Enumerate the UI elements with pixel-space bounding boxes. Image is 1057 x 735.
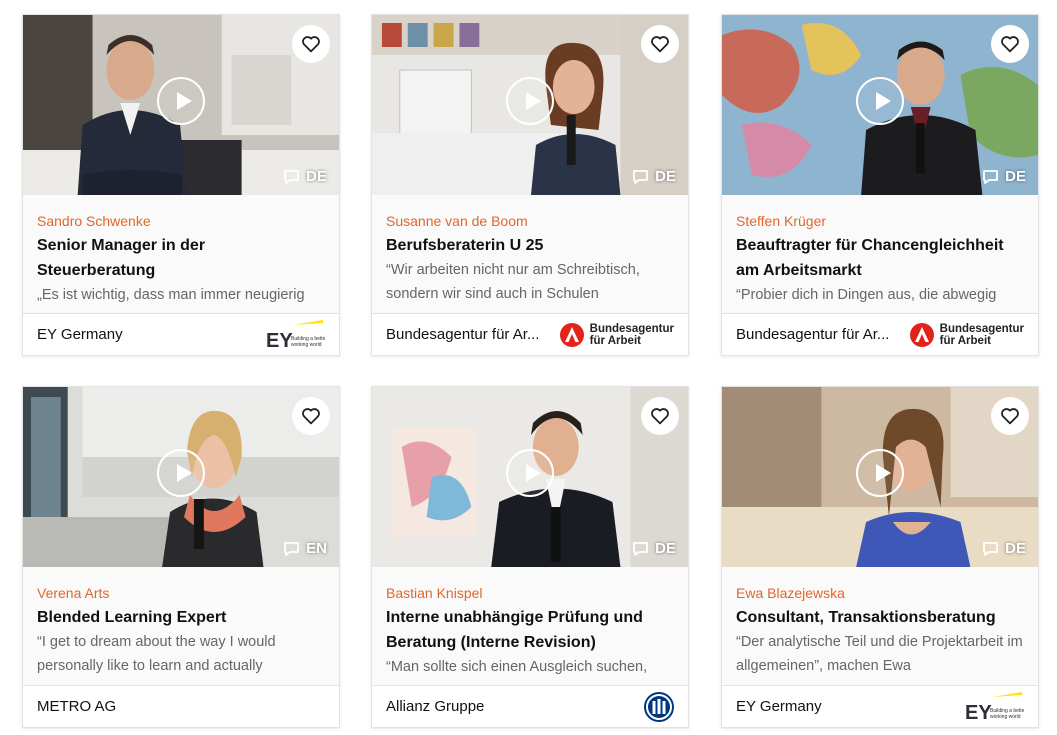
- quote-excerpt: “Man sollte sich einen Ausgleich suchen,: [386, 659, 648, 675]
- svg-text:EY: EY: [965, 702, 992, 723]
- bundesagentur-logo-text: Bundesagentur: [939, 322, 1024, 335]
- card-footer: METRO AG: [23, 685, 339, 727]
- svg-text:working world: working world: [291, 342, 322, 348]
- person-name: Ewa Blazejewska: [736, 585, 845, 601]
- person-name: Steffen Krüger: [736, 213, 827, 229]
- card-footer: Allianz Gruppe: [372, 685, 688, 727]
- video-card[interactable]: EN Verena Arts Blended Learning Expert “…: [22, 386, 340, 728]
- favorite-heart-icon[interactable]: [991, 25, 1029, 63]
- speech-bubble-icon: [284, 169, 300, 184]
- company-name[interactable]: EY Germany: [736, 698, 822, 715]
- video-card[interactable]: DE Ewa Blazejewska Consultant, Transakti…: [721, 386, 1039, 728]
- job-title: Beauftragter für Chancengleichheit am Ar…: [736, 237, 1004, 279]
- video-thumbnail[interactable]: EN: [23, 387, 339, 567]
- quote-excerpt: „Es ist wichtig, dass man immer neugieri…: [37, 287, 305, 303]
- video-thumbnail[interactable]: DE: [23, 15, 339, 195]
- language-code: EN: [306, 540, 327, 557]
- subtitle-language-badge: DE: [632, 540, 676, 557]
- card-footer: Bundesagentur für Ar... Bundesagentur fü…: [722, 313, 1038, 355]
- allianz-logo: [644, 691, 674, 722]
- job-title: Interne unabhängige Prüfung und Beratung…: [386, 609, 643, 651]
- company-name[interactable]: EY Germany: [37, 326, 123, 343]
- quote-excerpt: “I get to dream about the way I would pe…: [37, 634, 276, 674]
- card-footer: EY Germany EY Building a better working …: [722, 685, 1038, 727]
- subtitle-language-badge: DE: [632, 168, 676, 185]
- card-body: Susanne van de Boom Berufsberaterin U 25…: [372, 195, 688, 313]
- video-card[interactable]: DE Sandro Schwenke Senior Manager in der…: [22, 14, 340, 356]
- card-body: Verena Arts Blended Learning Expert “I g…: [23, 567, 339, 685]
- bundesagentur-logo-text: für Arbeit: [589, 334, 641, 347]
- bundesagentur-logo-mark: [559, 322, 584, 347]
- company-name[interactable]: Bundesagentur für Ar...: [736, 326, 889, 343]
- speech-bubble-icon: [633, 169, 649, 184]
- video-card[interactable]: DE Steffen Krüger Beauftragter für Chanc…: [721, 14, 1039, 356]
- card-body: Steffen Krüger Beauftragter für Chanceng…: [722, 195, 1038, 313]
- play-icon[interactable]: [856, 77, 904, 125]
- favorite-heart-icon[interactable]: [641, 397, 679, 435]
- company-name[interactable]: METRO AG: [37, 698, 116, 715]
- play-icon[interactable]: [856, 449, 904, 497]
- card-body: Ewa Blazejewska Consultant, Transaktions…: [722, 567, 1038, 685]
- job-title: Consultant, Transaktionsberatung: [736, 609, 996, 626]
- video-card[interactable]: DE Bastian Knispel Interne unabhängige P…: [371, 386, 689, 728]
- video-thumbnail[interactable]: DE: [722, 15, 1038, 195]
- language-code: DE: [655, 540, 676, 557]
- language-code: DE: [1005, 168, 1026, 185]
- language-code: DE: [655, 168, 676, 185]
- svg-text:working world: working world: [990, 714, 1021, 720]
- company-name[interactable]: Bundesagentur für Ar...: [386, 326, 539, 343]
- video-thumbnail[interactable]: DE: [372, 387, 688, 567]
- favorite-heart-icon[interactable]: [292, 25, 330, 63]
- bundesagentur-logo-mark: [909, 322, 934, 347]
- favorite-heart-icon[interactable]: [641, 25, 679, 63]
- play-icon[interactable]: [506, 77, 554, 125]
- play-icon[interactable]: [506, 449, 554, 497]
- bundesagentur-logo: Bundesagentur für Arbeit: [909, 322, 1024, 347]
- job-title: Senior Manager in der Steuerberatung: [37, 237, 206, 279]
- subtitle-language-badge: DE: [283, 168, 327, 185]
- card-footer: EY Germany EY Building a better working …: [23, 313, 339, 355]
- job-title: Blended Learning Expert: [37, 609, 227, 626]
- card-body: Sandro Schwenke Senior Manager in der St…: [23, 195, 339, 313]
- card-footer: Bundesagentur für Ar... Bundesagentur fü…: [372, 313, 688, 355]
- person-name: Sandro Schwenke: [37, 213, 151, 229]
- subtitle-language-badge: DE: [982, 540, 1026, 557]
- video-card[interactable]: DE Susanne van de Boom Berufsberaterin U…: [371, 14, 689, 356]
- ey-logo: EY Building a better working world: [965, 691, 1024, 723]
- subtitle-language-badge: EN: [283, 540, 327, 557]
- video-thumbnail[interactable]: DE: [722, 387, 1038, 567]
- job-title: Berufsberaterin U 25: [386, 237, 544, 254]
- card-body: Bastian Knispel Interne unabhängige Prüf…: [372, 567, 688, 685]
- person-name: Susanne van de Boom: [386, 213, 528, 229]
- favorite-heart-icon[interactable]: [292, 397, 330, 435]
- video-thumbnail[interactable]: DE: [372, 15, 688, 195]
- quote-excerpt: “Probier dich in Dingen aus, die abwegig: [736, 287, 997, 303]
- company-name[interactable]: Allianz Gruppe: [386, 698, 484, 715]
- bundesagentur-logo-text: für Arbeit: [939, 334, 991, 347]
- favorite-heart-icon[interactable]: [991, 397, 1029, 435]
- speech-bubble-icon: [284, 541, 300, 556]
- svg-text:EY: EY: [266, 330, 293, 351]
- video-card-grid: DE Sandro Schwenke Senior Manager in der…: [0, 0, 1057, 735]
- ey-logo: EY Building a better working world: [266, 319, 325, 351]
- play-icon[interactable]: [157, 77, 205, 125]
- play-icon[interactable]: [157, 449, 205, 497]
- language-code: DE: [1005, 540, 1026, 557]
- quote-excerpt: “Wir arbeiten nicht nur am Schreibtisch,…: [386, 262, 640, 302]
- speech-bubble-icon: [633, 541, 649, 556]
- speech-bubble-icon: [983, 169, 999, 184]
- language-code: DE: [306, 168, 327, 185]
- subtitle-language-badge: DE: [982, 168, 1026, 185]
- bundesagentur-logo-text: Bundesagentur: [589, 322, 674, 335]
- person-name: Verena Arts: [37, 585, 110, 601]
- quote-excerpt: “Der analytische Teil und die Projektarb…: [736, 634, 1023, 674]
- speech-bubble-icon: [983, 541, 999, 556]
- person-name: Bastian Knispel: [386, 585, 483, 601]
- bundesagentur-logo: Bundesagentur für Arbeit: [559, 322, 674, 347]
